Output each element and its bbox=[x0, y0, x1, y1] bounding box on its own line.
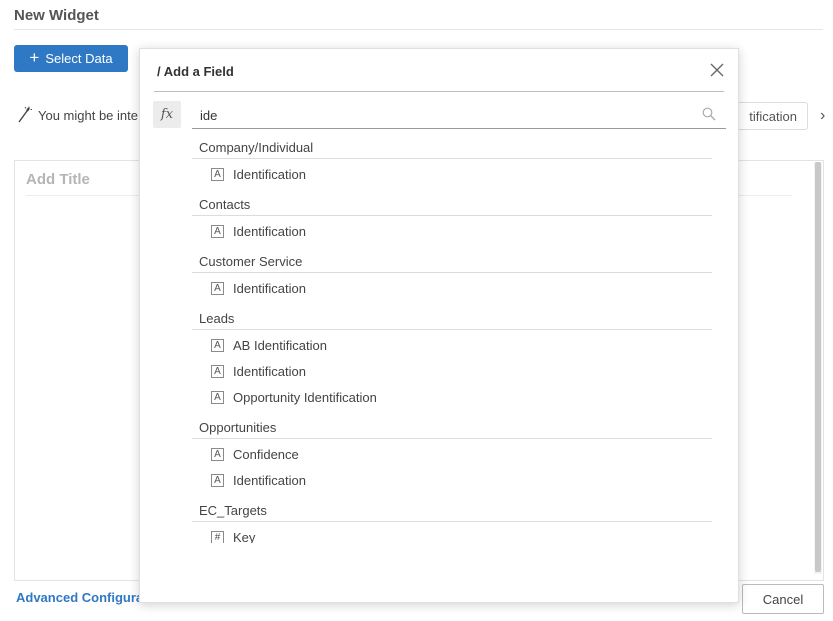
formula-button[interactable]: fx bbox=[153, 101, 181, 128]
text-type-icon: A bbox=[211, 473, 224, 487]
field-item[interactable]: A AB Identification bbox=[192, 332, 712, 358]
plus-icon: + bbox=[29, 48, 40, 67]
select-data-label: Select Data bbox=[45, 51, 113, 66]
field-group: EC_Targets # Key bbox=[192, 496, 712, 543]
close-icon[interactable] bbox=[709, 62, 725, 78]
text-type-icon: A bbox=[211, 364, 224, 378]
field-group-header: Opportunities bbox=[192, 413, 712, 439]
suggestion-chip-label: tification bbox=[749, 108, 797, 124]
field-item[interactable]: A Identification bbox=[192, 161, 712, 187]
field-item-label: Identification bbox=[233, 363, 306, 379]
modal-header-divider bbox=[154, 91, 724, 92]
search-icon[interactable] bbox=[702, 107, 716, 121]
field-item[interactable]: A Identification bbox=[192, 275, 712, 301]
field-item[interactable]: A Identification bbox=[192, 358, 712, 384]
field-group: Opportunities A Confidence A Identification bbox=[192, 413, 712, 493]
search-input[interactable] bbox=[200, 105, 680, 125]
text-type-icon: A bbox=[211, 281, 224, 295]
field-item[interactable]: A Confidence bbox=[192, 441, 712, 467]
text-type-icon: A bbox=[211, 167, 224, 181]
field-item-label: Key bbox=[233, 529, 256, 544]
chevron-right-icon[interactable]: › bbox=[820, 107, 825, 125]
magic-wand-icon bbox=[18, 106, 32, 123]
add-title-input[interactable]: Add Title bbox=[26, 171, 90, 188]
field-group: Company/Individual A Identification bbox=[192, 133, 712, 187]
text-type-icon: A bbox=[211, 447, 224, 461]
suggestion-row: You might be inte bbox=[16, 106, 138, 124]
scrollbar-thumb[interactable] bbox=[815, 162, 821, 572]
suggestion-text: You might be inte bbox=[38, 107, 138, 123]
field-list: Company/Individual A Identification Contact… bbox=[192, 133, 712, 543]
select-data-button[interactable]: + Select Data bbox=[14, 45, 128, 72]
field-item[interactable]: A Identification bbox=[192, 467, 712, 493]
text-type-icon: A bbox=[211, 224, 224, 238]
field-item[interactable]: A Opportunity Identification bbox=[192, 384, 712, 410]
field-group-header: Customer Service bbox=[192, 247, 712, 273]
field-group-header: Leads bbox=[192, 304, 712, 330]
field-group: Customer Service A Identification bbox=[192, 247, 712, 301]
cancel-button[interactable]: Cancel bbox=[742, 584, 824, 614]
text-type-icon: A bbox=[211, 390, 224, 404]
numeric-type-icon: # bbox=[211, 530, 224, 543]
field-group-header: EC_Targets bbox=[192, 496, 712, 522]
title-divider bbox=[14, 29, 823, 30]
field-item-label: Identification bbox=[233, 472, 306, 488]
field-item-label: Opportunity Identification bbox=[233, 389, 377, 405]
field-item[interactable]: A Identification bbox=[192, 218, 712, 244]
field-group: Leads A AB Identification A Identification A O… bbox=[192, 304, 712, 410]
add-field-modal: / Add a Field fx Company/Individual A Iden… bbox=[139, 48, 739, 603]
field-group-header: Company/Individual bbox=[192, 133, 712, 159]
page-title: New Widget bbox=[14, 7, 99, 24]
search-field bbox=[192, 103, 726, 129]
field-item-label: Identification bbox=[233, 166, 306, 182]
field-group: Contacts A Identification bbox=[192, 190, 712, 244]
text-type-icon: A bbox=[211, 338, 224, 352]
field-item-label: Identification bbox=[233, 223, 306, 239]
field-item-label: Identification bbox=[233, 280, 306, 296]
field-group-header: Contacts bbox=[192, 190, 712, 216]
field-item-label: AB Identification bbox=[233, 337, 327, 353]
modal-title: / Add a Field bbox=[157, 64, 234, 79]
field-item-label: Confidence bbox=[233, 446, 299, 462]
field-item[interactable]: # Key bbox=[192, 524, 712, 543]
